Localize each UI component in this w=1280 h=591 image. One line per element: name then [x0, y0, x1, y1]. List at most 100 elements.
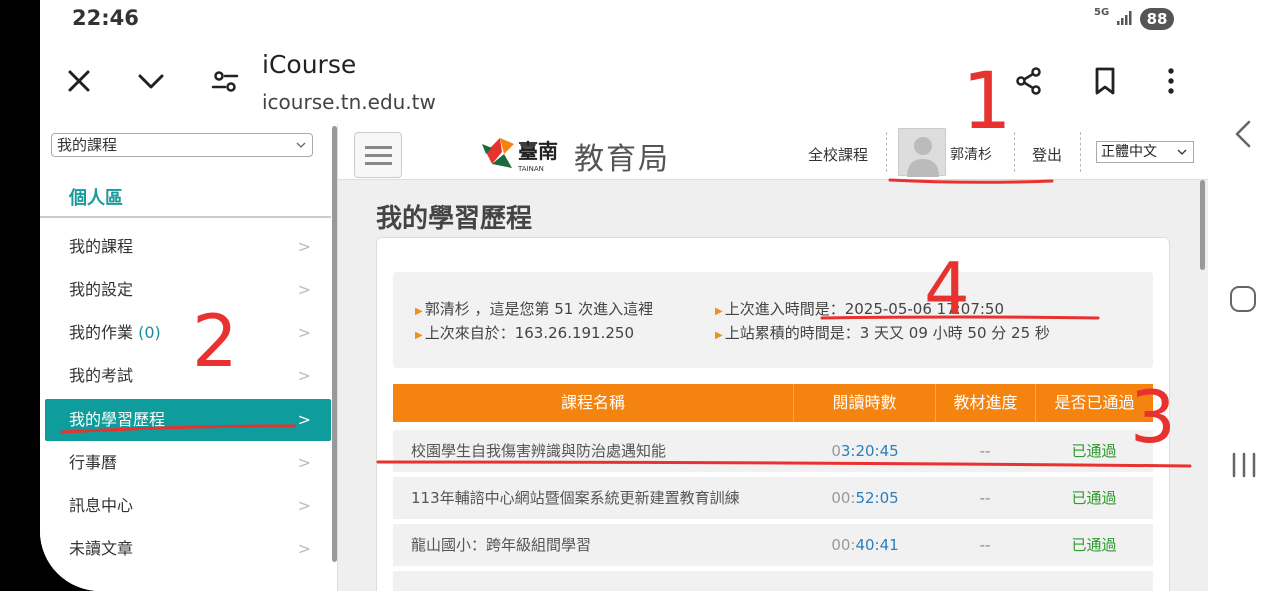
- battery-indicator: 88: [1140, 8, 1174, 30]
- column-header-progress[interactable]: 教材進度: [935, 384, 1035, 422]
- recent-apps-icon[interactable]: [1230, 452, 1258, 478]
- web-content: 我的課程 個人區 我的課程 > 我的設定 > 我的作業 (0) > 我的考試 >: [40, 124, 1208, 591]
- passed-status: 已通過: [1071, 536, 1117, 554]
- signal-icon: [1117, 11, 1132, 25]
- language-select-value: 正體中文: [1101, 144, 1157, 160]
- all-courses-link[interactable]: 全校課程: [808, 144, 868, 165]
- back-icon[interactable]: [1234, 120, 1252, 148]
- user-silhouette-icon: [907, 137, 939, 177]
- sidebar-item-label: 我的學習歷程: [69, 410, 166, 429]
- sidebar-scrollbar[interactable]: [332, 126, 337, 562]
- home-icon[interactable]: [1230, 286, 1256, 312]
- chevron-right-icon: >: [297, 496, 311, 515]
- table-row[interactable]: 龍山國小：跨年級組間學習 00:40:41 -- 已通過: [393, 524, 1153, 566]
- learning-history-card: ▶ 郭清杉 ，這是您第 51 次進入這裡 ▶ 上次進入時間是：2025-05-06 …: [376, 237, 1170, 591]
- close-icon[interactable]: [64, 66, 94, 96]
- browser-toolbar: iCourse icourse.tn.edu.tw: [40, 38, 1208, 124]
- status-time: 22:46: [72, 6, 139, 30]
- page-title: iCourse: [262, 50, 357, 79]
- sidebar-item-unread-posts[interactable]: 未讀文章 >: [45, 528, 331, 570]
- column-header-reading-hours[interactable]: 閱讀時數: [793, 384, 935, 422]
- passed-status: 已通過: [1071, 489, 1117, 507]
- sidebar-item-my-settings[interactable]: 我的設定 >: [45, 269, 331, 311]
- chevron-down-icon: [1177, 149, 1187, 155]
- info-total-time: ▶ 上站累積的時間是：3 天又 09 小時 50 分 25 秒: [715, 324, 1050, 342]
- bullet-icon: ▶: [415, 306, 423, 317]
- hamburger-line: [365, 162, 392, 165]
- header-divider: [886, 132, 887, 172]
- progress-value: --: [979, 489, 991, 507]
- sidebar-item-learning-history[interactable]: 我的學習歷程 >: [45, 399, 331, 441]
- chevron-down-icon: [296, 142, 306, 148]
- sidebar: 我的課程 個人區 我的課程 > 我的設定 > 我的作業 (0) > 我的考試 >: [40, 124, 338, 591]
- progress-value: --: [979, 536, 991, 554]
- sidebar-item-label: 我的設定: [69, 280, 134, 299]
- hamburger-line: [365, 146, 392, 149]
- network-indicator: 5G: [1094, 7, 1110, 18]
- sidebar-item-my-courses[interactable]: 我的課程 >: [45, 226, 331, 268]
- info-welcome: ▶ 郭清杉 ，這是您第 51 次進入這裡: [415, 300, 654, 318]
- site-header: 臺南 TAINAN 教育局 全校課程 郭清杉 登出 正體中文: [338, 124, 1208, 180]
- avatar[interactable]: [898, 128, 946, 177]
- page-scrollbar[interactable]: [1200, 180, 1205, 270]
- bullet-icon: ▶: [715, 330, 723, 341]
- reading-time: 00:40:41: [831, 536, 899, 554]
- section-heading: 我的學習歷程: [376, 204, 533, 234]
- chevron-right-icon: >: [297, 539, 311, 558]
- user-name[interactable]: 郭清杉: [950, 144, 992, 164]
- more-menu-icon[interactable]: [1156, 66, 1186, 96]
- sidebar-item-label: 行事曆: [69, 453, 118, 472]
- table-header: 課程名稱 閱讀時數 教材進度 是否已通過: [393, 384, 1153, 422]
- logo-caption: TAINAN: [517, 165, 544, 173]
- chevron-right-icon: >: [297, 453, 311, 472]
- chevron-down-icon[interactable]: [136, 66, 166, 96]
- homework-count-badge: (0): [138, 323, 161, 342]
- sidebar-item-my-exams[interactable]: 我的考試 >: [45, 355, 331, 397]
- sidebar-item-label: 未讀文章: [69, 539, 134, 558]
- share-icon[interactable]: [1014, 66, 1044, 96]
- svg-text:臺南: 臺南: [518, 139, 558, 163]
- sidebar-item-calendar[interactable]: 行事曆 >: [45, 442, 331, 484]
- language-select[interactable]: 正體中文: [1096, 141, 1194, 163]
- bullet-icon: ▶: [415, 330, 423, 341]
- phone-screen: 22:46 5G 88 iCourse icourse.tn.edu.tw 我的…: [40, 0, 1208, 591]
- hamburger-line: [365, 154, 392, 157]
- system-navigation-bar: [1208, 0, 1280, 591]
- sidebar-item-label: 訊息中心: [69, 496, 134, 515]
- bookmark-icon[interactable]: [1090, 66, 1120, 96]
- chevron-right-icon: >: [297, 237, 311, 256]
- site-settings-icon[interactable]: [210, 66, 240, 96]
- divider: [40, 216, 331, 218]
- table-row[interactable]: [393, 571, 1153, 591]
- login-info-box: ▶ 郭清杉 ，這是您第 51 次進入這裡 ▶ 上次進入時間是：2025-05-06 …: [393, 272, 1153, 368]
- info-last-login-time: ▶ 上次進入時間是：2025-05-06 17:07:50: [715, 300, 1005, 318]
- table-row[interactable]: 校園學生自我傷害辨識與防治處遇知能 03:20:45 -- 已通過: [393, 430, 1153, 472]
- bullet-icon: ▶: [715, 306, 723, 317]
- sidebar-item-label: 我的作業: [69, 323, 134, 342]
- section-title: 個人區: [69, 188, 123, 209]
- status-bar: 22:46 5G 88: [40, 0, 1208, 38]
- progress-value: --: [979, 442, 991, 460]
- header-divider: [1080, 132, 1081, 172]
- hamburger-menu-button[interactable]: [354, 132, 402, 178]
- bureau-title: 教育局: [574, 142, 670, 177]
- sidebar-item-label: 我的考試: [69, 366, 134, 385]
- logout-link[interactable]: 登出: [1032, 144, 1062, 165]
- column-header-passed[interactable]: 是否已通過: [1035, 384, 1153, 422]
- sidebar-item-label: 我的課程: [69, 237, 134, 256]
- reading-time: 03:20:45: [831, 442, 899, 460]
- page-url[interactable]: icourse.tn.edu.tw: [262, 90, 436, 114]
- course-name[interactable]: 校園學生自我傷害辨識與防治處遇知能: [411, 430, 666, 472]
- course-select-value: 我的課程: [57, 136, 118, 154]
- info-last-from: ▶ 上次來自於：163.26.191.250: [415, 324, 634, 342]
- reading-time: 00:52:05: [831, 489, 899, 507]
- sidebar-item-my-homework[interactable]: 我的作業 (0) >: [45, 312, 331, 354]
- chevron-right-icon: >: [297, 410, 311, 429]
- passed-status: 已通過: [1071, 442, 1117, 460]
- course-select[interactable]: 我的課程: [51, 133, 313, 157]
- column-header-course-name[interactable]: 課程名稱: [393, 384, 793, 422]
- course-name[interactable]: 龍山國小：跨年級組間學習: [411, 524, 591, 566]
- table-row[interactable]: 113年輔諮中心網站暨個案系統更新建置教育訓練 00:52:05 -- 已通過: [393, 477, 1153, 519]
- course-name[interactable]: 113年輔諮中心網站暨個案系統更新建置教育訓練: [411, 477, 740, 519]
- sidebar-item-messages[interactable]: 訊息中心 >: [45, 485, 331, 527]
